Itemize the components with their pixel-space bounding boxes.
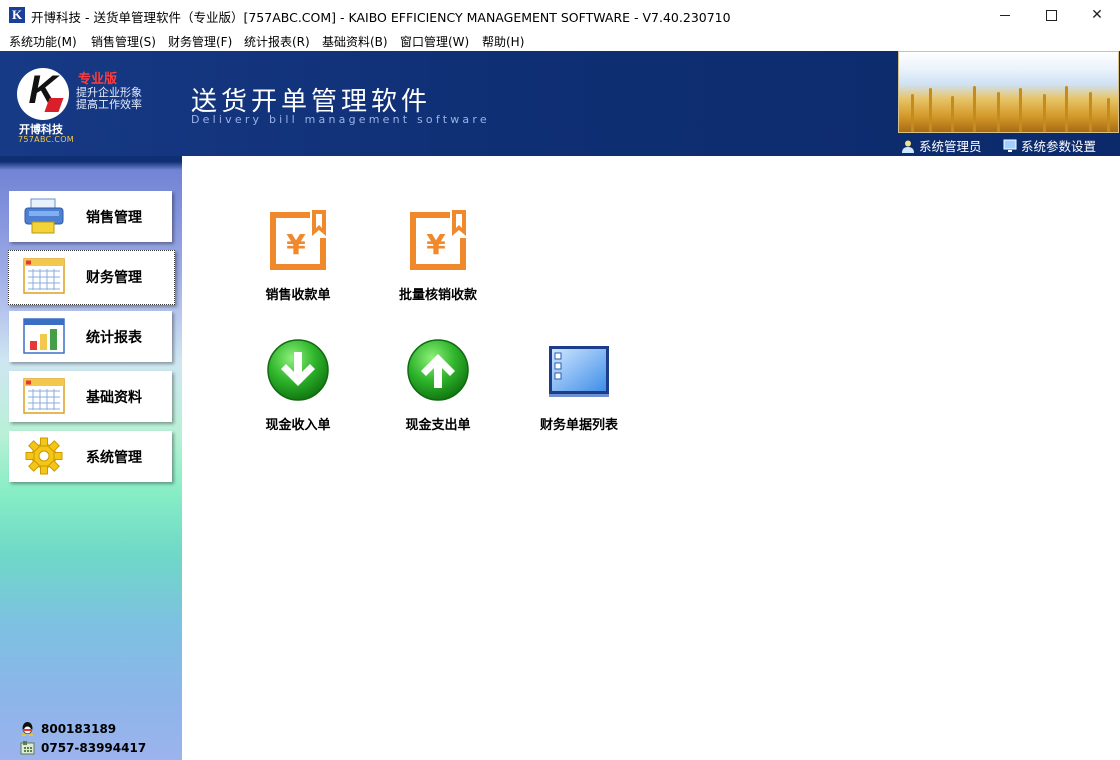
gear-icon (25, 437, 63, 475)
maximize-icon (1045, 9, 1057, 21)
system-settings-label: 系统参数设置 (1021, 139, 1097, 154)
tile-label: 销售收款单 (265, 288, 331, 303)
user-icon (902, 140, 914, 153)
menu-bar: 系统功能(M) 销售管理(S) 财务管理(F) 统计报表(R) 基础资料(B) … (0, 30, 1120, 52)
yen-receipt-icon: ¥ (410, 210, 466, 270)
tile-cash-expense[interactable]: 现金支出单 (378, 338, 498, 448)
tile-batch-writeoff[interactable]: ¥ 批量核销收款 (378, 208, 498, 318)
menu-finance[interactable]: 财务管理(F) (168, 33, 232, 50)
yen-receipt-icon: ¥ (270, 210, 326, 270)
tile-finance-doc-list[interactable]: 财务单据列表 (519, 338, 639, 448)
system-settings-link[interactable]: 系统参数设置 (1003, 136, 1096, 155)
qq-icon (21, 722, 34, 736)
sidebar-item-label: 财务管理 (86, 270, 142, 286)
phone-icon (20, 741, 35, 755)
tile-label: 批量核销收款 (398, 288, 477, 303)
company-domain: 757ABC.COM (18, 135, 75, 144)
header-banner: K 专业版 提升企业形象 提高工作效率 开博科技 757ABC.COM 送货开单… (0, 51, 1120, 156)
current-user-link[interactable]: 系统管理员 (901, 136, 982, 155)
sidebar-item-label: 基础资料 (86, 390, 142, 406)
slogan: 提升企业形象 提高工作效率 (76, 87, 142, 111)
calendar-grid-icon (23, 258, 65, 294)
slogan-line-2: 提高工作效率 (76, 98, 142, 111)
qq-number: 800183189 (41, 722, 117, 736)
minimize-icon (1000, 14, 1010, 16)
list-window-icon (549, 346, 609, 397)
bar-chart-icon (23, 318, 65, 354)
sidebar-item-sales[interactable]: 销售管理 (9, 191, 172, 242)
wheat-field-image (898, 51, 1119, 133)
tile-label: 现金收入单 (265, 418, 331, 433)
arrow-down-circle-icon (267, 339, 329, 401)
tile-cash-income[interactable]: 现金收入单 (238, 338, 358, 448)
main-content: ¥ 销售收款单 ¥ 批量核销收款 现金收入单 现金支出单 财务单据列表 (182, 156, 1120, 760)
sidebar-item-label: 系统管理 (86, 450, 142, 466)
sidebar-item-system[interactable]: 系统管理 (9, 431, 172, 482)
tile-sales-receipt[interactable]: ¥ 销售收款单 (238, 208, 358, 318)
minimize-button[interactable] (982, 0, 1028, 30)
sidebar-item-label: 销售管理 (86, 210, 142, 226)
menu-window[interactable]: 窗口管理(W) (400, 33, 469, 50)
svg-text:¥: ¥ (426, 228, 446, 261)
menu-reports[interactable]: 统计报表(R) (244, 33, 310, 50)
menu-sales[interactable]: 销售管理(S) (91, 33, 156, 50)
close-icon: ✕ (1091, 7, 1103, 23)
phone-number: 0757-83994417 (41, 741, 147, 755)
close-button[interactable]: ✕ (1074, 0, 1120, 30)
sidebar-item-label: 统计报表 (86, 330, 142, 346)
phone-contact: 0757-83994417 (20, 740, 146, 755)
tile-label: 财务单据列表 (539, 418, 618, 433)
title-bar: K 开博科技 - 送货单管理软件（专业版）[757ABC.COM] - KAIB… (0, 0, 1120, 30)
menu-system[interactable]: 系统功能(M) (9, 33, 77, 50)
qq-contact: 800183189 (20, 721, 116, 736)
company-logo: K (17, 68, 69, 120)
current-user-label: 系统管理员 (919, 139, 982, 154)
sidebar-item-reports[interactable]: 统计报表 (9, 311, 172, 362)
software-subtitle: Delivery bill management software (191, 113, 490, 126)
window-title: 开博科技 - 送货单管理软件（专业版）[757ABC.COM] - KAIBO … (31, 10, 731, 25)
sidebar-item-basic-data[interactable]: 基础资料 (9, 371, 172, 422)
app-icon[interactable]: K (9, 7, 25, 23)
menu-help[interactable]: 帮助(H) (482, 33, 524, 50)
monitor-icon (1003, 139, 1017, 152)
maximize-button[interactable] (1028, 0, 1074, 30)
arrow-up-circle-icon (407, 339, 469, 401)
svg-text:¥: ¥ (286, 228, 306, 261)
sidebar-item-finance[interactable]: 财务管理 (8, 250, 175, 305)
edition-label: 专业版 (78, 72, 118, 87)
menu-basic[interactable]: 基础资料(B) (322, 33, 388, 50)
printer-icon (24, 198, 64, 234)
sidebar-top-shade (0, 156, 182, 170)
calendar-grid-icon (23, 378, 65, 414)
tile-label: 现金支出单 (405, 418, 471, 433)
